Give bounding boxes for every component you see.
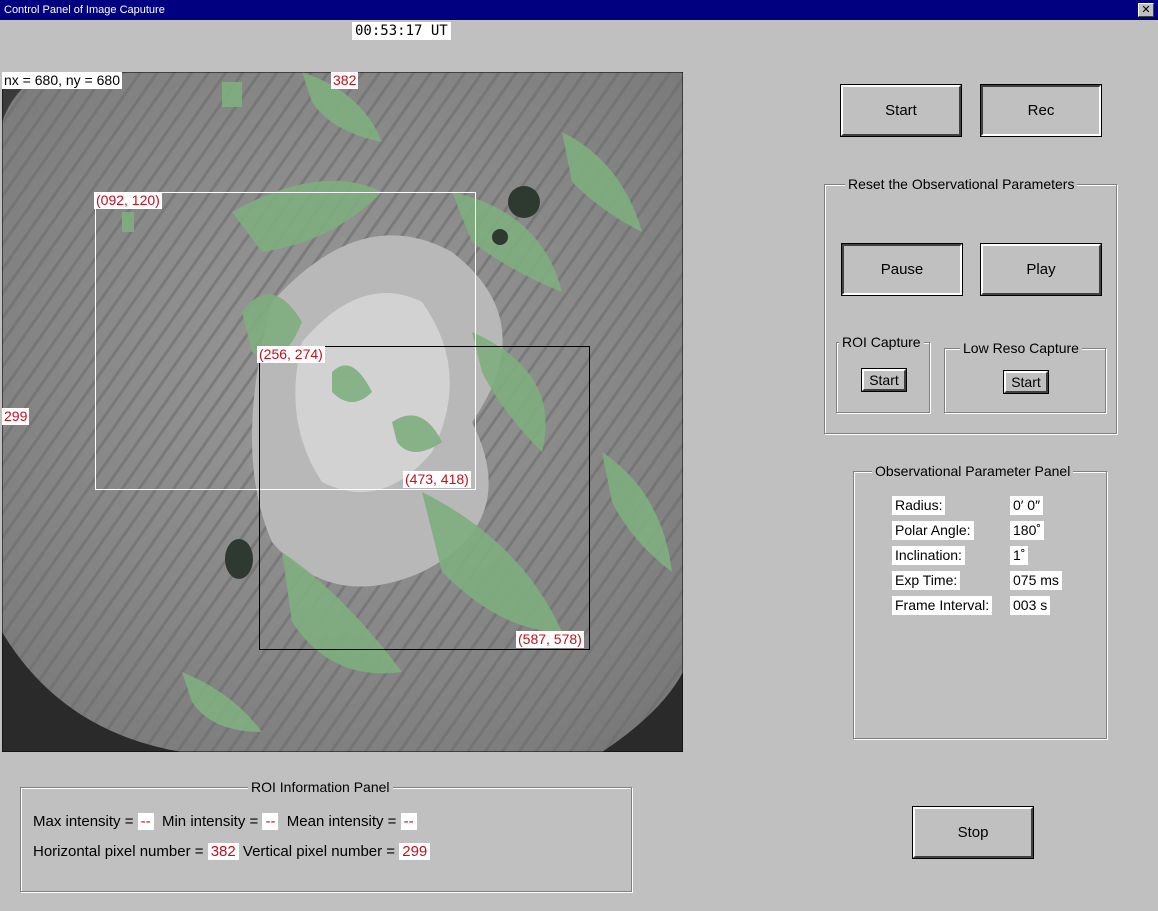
roi-black-bottom-right-label: (587, 578) xyxy=(516,631,584,648)
radius-value: 0′ 0″ xyxy=(1010,496,1044,515)
max-intensity-label: Max intensity = xyxy=(33,813,134,830)
window-title: Control Panel of Image Caputure xyxy=(4,4,165,16)
frame-interval-value: 003 s xyxy=(1010,596,1051,615)
roi-capture-group: ROI Capture Start xyxy=(836,333,930,413)
rec-button[interactable]: Rec xyxy=(980,84,1102,137)
vertical-pixel-label: Vertical pixel number = xyxy=(242,843,396,860)
exp-time-number: 075 xyxy=(1013,572,1037,588)
parameter-panel-title: Observational Parameter Panel xyxy=(872,462,1074,480)
exp-time-label: Exp Time: xyxy=(892,571,961,590)
stop-button[interactable]: Stop xyxy=(912,806,1034,859)
cursor-x-label: 382 xyxy=(331,72,359,89)
param-row-inclination: Inclination: 1˚ xyxy=(854,546,1106,568)
vertical-pixel-value: 299 xyxy=(399,843,431,860)
roi-box-black[interactable] xyxy=(259,346,590,650)
reset-parameters-panel: Reset the Observational Parameters Pause… xyxy=(824,175,1117,434)
horizontal-pixel-label: Horizontal pixel number = xyxy=(33,843,204,860)
polar-angle-value: 180˚ xyxy=(1010,521,1045,540)
min-intensity-value: -- xyxy=(262,813,279,830)
max-intensity-value: -- xyxy=(137,813,154,830)
param-row-exp-time: Exp Time: 075 ms xyxy=(854,571,1106,593)
inclination-label: Inclination: xyxy=(892,546,965,565)
mean-intensity-label: Mean intensity = xyxy=(286,813,397,830)
pause-button[interactable]: Pause xyxy=(841,243,963,296)
close-icon[interactable]: ✕ xyxy=(1138,3,1154,17)
cursor-y-label: 299 xyxy=(2,408,30,425)
solar-image-view[interactable]: nx = 680, ny = 680 382 299 (092, 120) (4… xyxy=(2,72,683,752)
inclination-value: 1˚ xyxy=(1010,546,1029,565)
play-button[interactable]: Play xyxy=(980,243,1102,296)
mean-intensity-value: -- xyxy=(400,813,417,830)
low-reso-start-button[interactable]: Start xyxy=(1003,370,1049,394)
param-row-radius: Radius: 0′ 0″ xyxy=(854,496,1106,518)
exp-time-value: 075 ms xyxy=(1010,571,1062,590)
time-display: 00:53:17 UT xyxy=(352,22,451,40)
roi-capture-start-button[interactable]: Start xyxy=(861,368,907,392)
roi-info-title: ROI Information Panel xyxy=(248,778,393,796)
param-row-frame-interval: Frame Interval: 003 s xyxy=(854,596,1106,618)
roi-white-top-left-label: (092, 120) xyxy=(94,192,162,209)
roi-information-panel: ROI Information Panel Max intensity = --… xyxy=(20,778,632,892)
roi-capture-title: ROI Capture xyxy=(839,333,924,351)
horizontal-pixel-value: 382 xyxy=(207,843,239,860)
intensity-line: Max intensity = -- Min intensity = -- Me… xyxy=(33,812,417,832)
start-button[interactable]: Start xyxy=(840,84,962,137)
min-intensity-label: Min intensity = xyxy=(161,813,259,830)
pixel-number-line: Horizontal pixel number = 382 Vertical p… xyxy=(33,842,431,862)
frame-interval-label: Frame Interval: xyxy=(892,596,993,615)
frame-interval-unit: s xyxy=(1040,597,1048,613)
polar-angle-label: Polar Angle: xyxy=(892,521,974,540)
frame-interval-number: 003 xyxy=(1013,597,1037,613)
observational-parameter-panel: Observational Parameter Panel Radius: 0′… xyxy=(853,462,1107,739)
radius-label: Radius: xyxy=(892,496,946,515)
param-row-polar-angle: Polar Angle: 180˚ xyxy=(854,521,1106,543)
roi-black-top-left-label: (256, 274) xyxy=(257,346,325,363)
window-titlebar: Control Panel of Image Caputure ✕ xyxy=(0,0,1158,20)
reset-parameters-title: Reset the Observational Parameters xyxy=(845,175,1078,193)
low-reso-capture-group: Low Reso Capture Start xyxy=(944,339,1106,413)
exp-time-unit: ms xyxy=(1040,572,1059,588)
image-size-label: nx = 680, ny = 680 xyxy=(2,72,122,89)
low-reso-capture-title: Low Reso Capture xyxy=(960,339,1082,357)
